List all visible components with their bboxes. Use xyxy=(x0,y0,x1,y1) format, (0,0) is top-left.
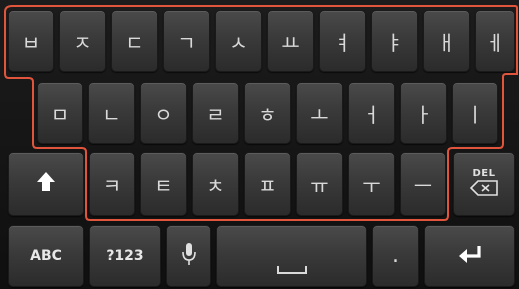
shift-key[interactable] xyxy=(8,152,84,216)
delete-key-content: DEL xyxy=(469,169,499,199)
key-row1-9[interactable]: ㅐ xyxy=(423,10,470,72)
space-key[interactable] xyxy=(216,225,367,287)
key-row2-7[interactable]: ㅓ xyxy=(348,82,395,144)
key-row1-5[interactable]: ㅅ xyxy=(215,10,262,72)
key-row2-1[interactable]: ㅁ xyxy=(37,82,83,144)
key-label: ㅛ xyxy=(281,30,300,55)
key-label: ㅏ xyxy=(414,102,433,127)
key-label: ㅣ xyxy=(465,102,485,127)
enter-arrow-icon xyxy=(457,244,483,269)
key-row3-7[interactable]: ㅡ xyxy=(400,152,446,216)
key-row1-6[interactable]: ㅛ xyxy=(267,10,314,72)
delete-key[interactable]: DEL xyxy=(453,152,515,216)
abc-label: ABC xyxy=(30,248,62,264)
key-row2-9[interactable]: ㅣ xyxy=(452,82,498,144)
period-key[interactable]: . xyxy=(372,225,419,287)
key-label: ㅡ xyxy=(413,173,433,198)
shift-arrow-icon xyxy=(36,171,56,198)
key-row2-4[interactable]: ㄹ xyxy=(192,82,239,144)
key-row2-2[interactable]: ㄴ xyxy=(88,82,135,144)
key-label: ㅁ xyxy=(50,102,70,127)
key-label: ㅈ xyxy=(73,30,92,55)
key-row2-6[interactable]: ㅗ xyxy=(296,82,343,144)
abc-key[interactable]: ABC xyxy=(8,225,84,287)
key-label: ㅓ xyxy=(362,102,381,127)
key-label: ㅐ xyxy=(437,30,456,55)
period-label: . xyxy=(392,243,399,268)
key-row3-1[interactable]: ㅋ xyxy=(89,152,135,216)
key-row2-3[interactable]: ㅇ xyxy=(140,82,187,144)
key-label: ㄴ xyxy=(102,102,121,127)
space-icon xyxy=(276,266,307,274)
key-label: ㅌ xyxy=(154,173,173,198)
key-row1-10[interactable]: ㅔ xyxy=(475,10,515,72)
key-label: ㅇ xyxy=(154,102,173,127)
key-label: ㅕ xyxy=(333,30,352,55)
key-row1-4[interactable]: ㄱ xyxy=(163,10,210,72)
key-row2-8[interactable]: ㅏ xyxy=(400,82,447,144)
key-row2-5[interactable]: ㅎ xyxy=(244,82,291,144)
key-row3-6[interactable]: ㅜ xyxy=(348,152,395,216)
symbols-key[interactable]: ?123 xyxy=(89,225,161,287)
key-row3-2[interactable]: ㅌ xyxy=(140,152,187,216)
key-row1-2[interactable]: ㅈ xyxy=(59,10,106,72)
key-label: ㄱ xyxy=(177,30,196,55)
symbols-label: ?123 xyxy=(106,248,144,264)
microphone-key[interactable] xyxy=(166,225,211,287)
key-row1-1[interactable]: ㅂ xyxy=(8,10,54,72)
key-label: ㅋ xyxy=(102,173,122,198)
key-label: ㅍ xyxy=(258,173,277,198)
enter-key[interactable] xyxy=(424,225,515,287)
key-row1-3[interactable]: ㄷ xyxy=(111,10,158,72)
key-label: ㅜ xyxy=(362,173,381,198)
key-label: ㅠ xyxy=(310,173,329,198)
backspace-icon xyxy=(469,179,499,199)
microphone-icon xyxy=(181,242,197,271)
key-label: ㅂ xyxy=(21,30,41,55)
key-label: ㄷ xyxy=(125,30,144,55)
key-label: ㅊ xyxy=(206,173,225,198)
key-label: ㅎ xyxy=(258,102,277,127)
key-row3-4[interactable]: ㅍ xyxy=(244,152,291,216)
key-row3-3[interactable]: ㅊ xyxy=(192,152,239,216)
soft-keyboard: ㅂ ㅈ ㄷ ㄱ ㅅ ㅛ ㅕ ㅑ ㅐ ㅔ ㅁ ㄴ ㅇ ㄹ ㅎ ㅗ ㅓ ㅏ ㅣ ㅋ … xyxy=(0,0,519,289)
key-label: ㅔ xyxy=(485,30,505,55)
key-row1-7[interactable]: ㅕ xyxy=(319,10,366,72)
key-row1-8[interactable]: ㅑ xyxy=(371,10,418,72)
key-row3-5[interactable]: ㅠ xyxy=(296,152,343,216)
delete-label: DEL xyxy=(472,168,496,179)
key-label: ㅗ xyxy=(310,102,329,127)
key-label: ㄹ xyxy=(206,102,225,127)
key-label: ㅅ xyxy=(229,30,248,55)
key-label: ㅑ xyxy=(385,30,404,55)
